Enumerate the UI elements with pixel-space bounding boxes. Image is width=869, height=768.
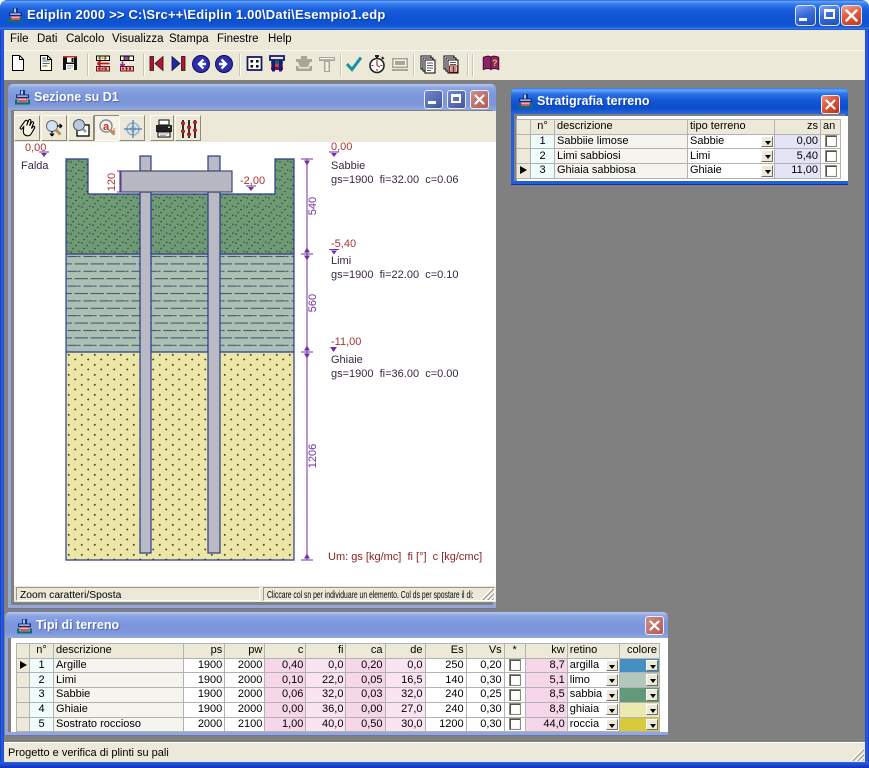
svg-text:gs=1900 fi=36.00 c=0.00: gs=1900 fi=36.00 c=0.00	[331, 368, 459, 380]
svg-text:Falda: Falda	[21, 160, 49, 172]
svg-text:Sabbie: Sabbie	[331, 160, 365, 172]
svg-text:540: 540	[307, 197, 319, 215]
svg-text:a: a	[103, 121, 110, 133]
svg-text:0,00: 0,00	[331, 142, 352, 153]
svg-text:560: 560	[307, 294, 319, 312]
svg-text:gs=1900 fi=32.00 c=0.06: gs=1900 fi=32.00 c=0.06	[331, 174, 459, 186]
svg-text:-2,00: -2,00	[240, 175, 265, 187]
svg-text:Um: gs [kg/mc] fi [°] c [kg/: Um: gs [kg/mc] fi [°] c [kg/cmc]	[328, 551, 482, 563]
svg-text:gs=1900 fi=22.00 c=0.10: gs=1900 fi=22.00 c=0.10	[331, 269, 459, 281]
svg-text:-11,00: -11,00	[331, 336, 361, 348]
svg-text:120: 120	[106, 173, 118, 191]
svg-text:Limi: Limi	[331, 255, 351, 267]
svg-text:1206: 1206	[307, 444, 319, 468]
svg-text:ε: ε	[113, 128, 116, 134]
svg-text:?: ?	[492, 58, 497, 68]
svg-text:-5,40: -5,40	[331, 238, 356, 250]
svg-text:Ghiaie: Ghiaie	[331, 354, 363, 366]
